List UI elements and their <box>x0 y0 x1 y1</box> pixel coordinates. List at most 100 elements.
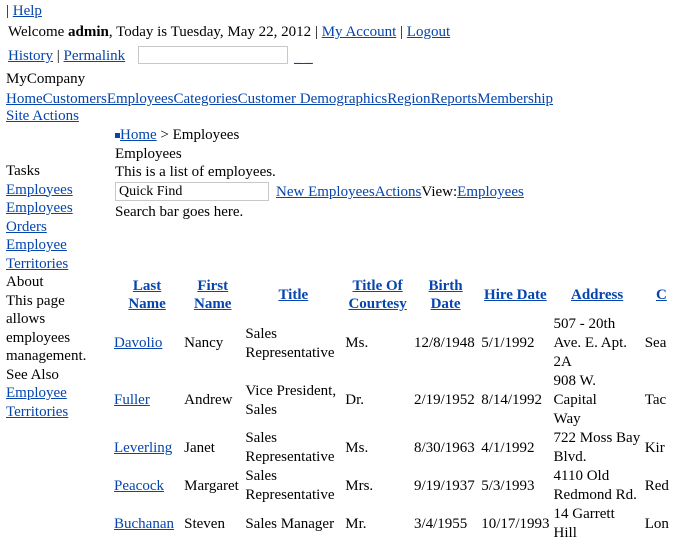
table-row[interactable]: Fuller Andrew Vice President, Sales Dr. 2/19/… <box>112 372 680 429</box>
sort-column-link[interactable]: C <box>656 287 667 303</box>
column-header-text: Hire Date <box>484 287 547 303</box>
sort-column-link[interactable]: Hire Date <box>484 287 547 303</box>
search-go-link[interactable]: _ _ <box>294 49 313 67</box>
permalink-link[interactable]: Permalink <box>64 48 126 64</box>
courtesy-cell: Mrs. <box>343 467 412 505</box>
sort-column-link[interactable]: Last Name <box>128 278 166 312</box>
tasks-title: Tasks <box>6 163 40 179</box>
view-selector-link[interactable]: Employees <box>457 184 524 200</box>
site-actions-link[interactable]: Site Actions <box>6 107 79 125</box>
breadcrumb-separator: > <box>156 127 173 143</box>
table-row[interactable]: Davolio Nancy Sales Representative Ms. 12/8/1… <box>112 315 680 372</box>
employee-last-name-link[interactable]: Peacock <box>114 478 164 494</box>
column-header: First Name <box>182 275 243 315</box>
menu-item-customer-demographics[interactable]: Customer Demographics <box>238 91 388 107</box>
employee-last-name-link[interactable]: Buchanan <box>114 516 174 532</box>
sort-column-link[interactable]: First Name <box>194 278 232 312</box>
city-cell: Tac <box>643 372 680 429</box>
sort-column-link[interactable]: Title <box>278 287 308 303</box>
task-employee-territories-link[interactable]: Employee <box>6 237 67 253</box>
address-text: Redmond Rd. <box>553 487 637 503</box>
logout-link[interactable]: Logout <box>407 24 450 40</box>
breadcrumb-home-link[interactable]: Home <box>120 127 157 143</box>
first-name-text: Janet <box>184 439 215 456</box>
table-row[interactable]: Buchanan Steven Sales Manager Mr. 3/4/1955 10… <box>112 505 680 543</box>
title-text: Representative <box>245 449 335 465</box>
table-row[interactable]: Peacock Margaret Sales Representative Mrs. 9/… <box>112 467 680 505</box>
column-header-text: First <box>197 278 229 294</box>
history-link[interactable]: History <box>8 48 53 64</box>
table-row[interactable]: Leverling Janet Sales Representative Ms. 8/30… <box>112 429 680 467</box>
birth-date-text: 9/19/1937 <box>413 477 475 494</box>
quick-find-input[interactable] <box>115 182 269 201</box>
first-name-text: Nancy <box>184 335 224 351</box>
search-bar-placeholder-text: Search bar goes here. <box>115 204 244 220</box>
task-employees-link-2[interactable]: Employees <box>6 200 73 216</box>
first-name-text: Steven <box>184 515 225 532</box>
see-also-employee-territories-link[interactable]: Employee <box>6 385 67 401</box>
column-header-text: Address <box>571 287 624 303</box>
task-orders-link[interactable]: Orders <box>6 219 47 235</box>
about-text-line: allows <box>6 311 46 327</box>
task-employees-link[interactable]: Employees <box>6 182 73 198</box>
menu-item-reports[interactable]: Reports <box>431 91 478 107</box>
site-search-input[interactable] <box>138 46 288 64</box>
hire-date-cell: 4/1/1992 <box>479 429 551 467</box>
task-employee-territories-link-2[interactable]: Territories <box>6 256 68 272</box>
menu-item-customers[interactable]: Customers <box>43 91 107 107</box>
address-text: Way <box>553 411 581 427</box>
city-cell: Lon <box>643 505 680 543</box>
first-name-cell: Margaret <box>182 467 243 505</box>
address-text: Blvd. <box>553 449 587 465</box>
see-also-employee-territories-link-2[interactable]: Territories <box>6 404 68 420</box>
address-text: 507 - 20th <box>553 316 616 332</box>
birth-date-cell: 2/19/1952 <box>412 372 479 429</box>
courtesy-text: Mrs. <box>345 477 374 494</box>
see-also-title: See Also <box>6 366 59 383</box>
sort-column-link[interactable]: Birth Date <box>428 278 462 312</box>
column-header-text: Name <box>193 296 232 312</box>
menu-item-membership[interactable]: Membership <box>477 91 553 107</box>
title-cell: Vice President, Sales <box>243 372 343 429</box>
about-title: About <box>6 274 44 290</box>
hire-date-text: 8/14/1992 <box>481 392 543 408</box>
column-header: Birth Date <box>412 275 479 315</box>
address-text: 722 Moss Bay <box>553 430 641 446</box>
first-name-cell: Steven <box>182 505 243 543</box>
courtesy-text: Mr. <box>345 515 367 532</box>
address-cell: 908 W. Capital Way <box>552 372 643 429</box>
hire-date-cell: 10/17/1993 <box>479 505 551 543</box>
menu-item-employees[interactable]: Employees <box>107 91 174 107</box>
hire-date-text: 10/17/1993 <box>481 515 550 532</box>
menu-item-home[interactable]: Home <box>6 91 43 107</box>
breadcrumb: Home > Employees <box>115 126 239 144</box>
hire-date-cell: 5/1/1992 <box>479 315 551 372</box>
employee-last-name-link[interactable]: Leverling <box>114 440 172 456</box>
company-name: MyCompany <box>6 71 86 87</box>
user-name: admin <box>68 24 109 40</box>
action-bar: New EmployeesActionsView:Employees <box>276 183 524 201</box>
hire-date-text: 5/3/1993 <box>481 477 535 494</box>
column-header-text: Name <box>128 296 166 312</box>
sort-column-link[interactable]: Address <box>571 287 623 303</box>
about-text-line: employees <box>6 329 71 346</box>
separator: | <box>400 24 404 40</box>
employee-last-name-link[interactable]: Fuller <box>114 392 150 408</box>
address-text: 4110 Old <box>553 468 610 484</box>
my-account-link[interactable]: My Account <box>322 24 397 40</box>
help-bar: | Help <box>6 2 42 20</box>
employee-last-name-link[interactable]: Davolio <box>114 335 162 351</box>
new-employees-link[interactable]: New Employees <box>276 184 375 200</box>
birth-date-cell: 9/19/1937 <box>412 467 479 505</box>
column-header: Title <box>243 275 343 315</box>
title-text: Sales <box>245 325 278 342</box>
address-text: 2A <box>553 354 572 370</box>
title-text: Sales <box>245 401 278 418</box>
actions-link[interactable]: Actions <box>375 184 422 200</box>
sort-column-link[interactable]: Title Of Courtesy <box>348 278 406 312</box>
title-text: Representative <box>245 344 335 361</box>
menu-item-categories[interactable]: Categories <box>174 91 238 107</box>
title-cell: Sales Manager <box>243 505 343 543</box>
menu-item-region[interactable]: Region <box>387 91 430 107</box>
help-link[interactable]: Help <box>13 3 42 19</box>
